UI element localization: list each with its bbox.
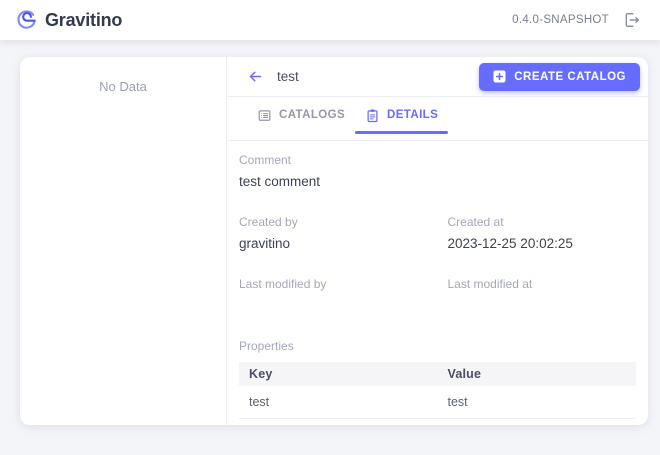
detail-panel: test CREATE CATALOG CATALOGS DETAILS Com…: [227, 57, 648, 425]
field-created-at: Created at 2023-12-25 20:02:25: [438, 215, 637, 253]
last-modified-at-label: Last modified at: [447, 277, 533, 291]
column-header-key: Key: [239, 362, 438, 386]
properties-label: Properties: [239, 339, 294, 353]
tabs: CATALOGS DETAILS: [227, 97, 648, 141]
created-at-label: Created at: [447, 215, 504, 229]
comment-label: Comment: [239, 153, 292, 167]
field-last-modified-by: Last modified by: [239, 277, 438, 315]
last-modified-at-value: [448, 298, 637, 315]
last-modified-by-value: [239, 298, 438, 315]
screen: Gravitino 0.4.0-SNAPSHOT No Data test CR…: [0, 0, 660, 455]
back-arrow-icon[interactable]: [247, 68, 264, 85]
brand: Gravitino: [16, 10, 122, 31]
app-bar-right: 0.4.0-SNAPSHOT: [512, 10, 642, 30]
column-header-value: Value: [437, 362, 636, 386]
property-key-cell: test: [239, 386, 438, 419]
version-text: 0.4.0-SNAPSHOT: [512, 14, 609, 26]
logout-icon[interactable]: [622, 10, 642, 30]
clipboard-icon: [365, 108, 380, 123]
table-row: test test: [239, 386, 636, 419]
tree-panel: No Data: [20, 57, 227, 425]
comment-value: test comment: [239, 174, 321, 189]
plus-box-icon: [493, 70, 506, 83]
no-data-text: No Data: [99, 79, 147, 94]
property-value-cell: test: [437, 386, 636, 419]
brand-name: Gravitino: [45, 9, 123, 30]
panel-header: test CREATE CATALOG: [227, 57, 648, 97]
properties-header-row: Key Value: [239, 362, 636, 386]
properties-table: Key Value test test: [239, 362, 636, 419]
created-row: Created by gravitino Created at 2023-12-…: [239, 215, 636, 277]
properties-section: Properties Key Value test test: [239, 339, 636, 419]
details-content: Comment test comment Created by gravitin…: [227, 141, 648, 425]
page-title: test: [277, 69, 299, 84]
create-catalog-button[interactable]: CREATE CATALOG: [479, 62, 640, 91]
created-by-label: Created by: [239, 215, 298, 229]
create-catalog-label: CREATE CATALOG: [514, 70, 626, 83]
field-comment: Comment test comment: [239, 153, 636, 191]
created-by-value: gravitino: [239, 236, 291, 251]
tab-catalogs-label: CATALOGS: [279, 109, 346, 121]
created-at-value: 2023-12-25 20:02:25: [447, 236, 573, 251]
field-last-modified-at: Last modified at: [438, 277, 637, 315]
app-bar: Gravitino 0.4.0-SNAPSHOT: [0, 0, 660, 40]
tab-details-label: DETAILS: [387, 109, 439, 121]
tab-catalogs[interactable]: CATALOGS: [247, 97, 355, 133]
gravitino-logo-icon: [16, 9, 37, 31]
main-card: No Data test CREATE CATALOG CATALOGS DET…: [20, 57, 648, 425]
field-created-by: Created by gravitino: [239, 215, 438, 253]
last-modified-by-label: Last modified by: [239, 277, 327, 291]
tab-details[interactable]: DETAILS: [355, 97, 449, 134]
modified-row: Last modified by Last modified at: [239, 277, 636, 339]
list-box-icon: [257, 108, 272, 123]
